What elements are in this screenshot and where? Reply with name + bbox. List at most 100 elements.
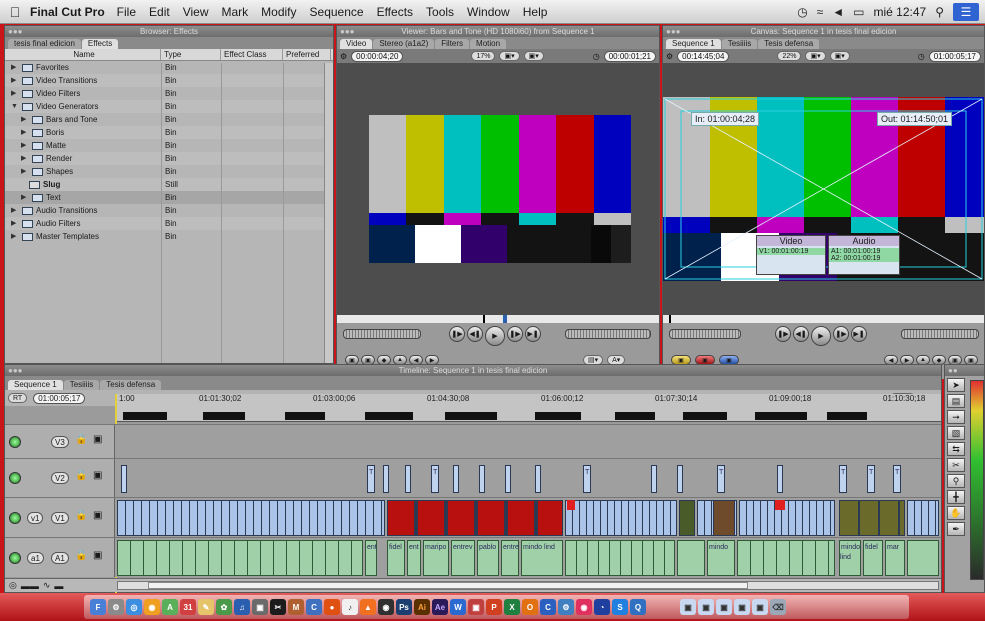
play-around-icon[interactable]: ▶❚	[851, 326, 867, 342]
next-edit-icon[interactable]: ❚▶	[833, 326, 849, 342]
preview-icon[interactable]: ▣	[468, 599, 484, 615]
tool-palette-titlebar[interactable]: ●●	[945, 365, 984, 376]
hand-tool-icon[interactable]: ✋	[947, 506, 965, 520]
browser-titlebar[interactable]: ●●● Browser: Effects	[5, 26, 333, 37]
scrollbar-thumb[interactable]	[148, 582, 748, 589]
audio-clip[interactable]: mindo lind	[521, 540, 563, 576]
viewer-current-timecode[interactable]: 00:00:04;20	[351, 50, 404, 62]
notes-icon[interactable]: ✎	[198, 599, 214, 615]
play-icon[interactable]: ▶	[811, 326, 831, 346]
disclosure-triangle-icon[interactable]: ▶	[11, 74, 19, 87]
video-clip-group[interactable]	[565, 500, 677, 536]
text-clip[interactable]	[405, 465, 411, 493]
menu-modify[interactable]: Modify	[261, 5, 296, 19]
battery-icon[interactable]: ▭	[853, 5, 864, 19]
zoom-slider-icon[interactable]: ▬	[54, 581, 63, 591]
viewer-duration-timecode[interactable]: 00:00:01;21	[603, 50, 656, 62]
menu-edit[interactable]: Edit	[149, 5, 170, 19]
text-clip[interactable]	[777, 465, 783, 493]
text-clip[interactable]	[383, 465, 389, 493]
final-cut-pro-icon[interactable]: ✂	[270, 599, 286, 615]
tab-tesis-defensa[interactable]: Tesis defensa	[758, 39, 820, 49]
text-clip[interactable]: T	[367, 465, 375, 493]
selection-tool-icon[interactable]: ➤	[947, 378, 965, 392]
previous-edit-icon[interactable]: ◀❚	[467, 326, 483, 342]
in-out-marker[interactable]	[503, 315, 507, 323]
app-menu[interactable]: Final Cut Pro	[30, 5, 105, 19]
play-around-icon[interactable]: ▶❚	[525, 326, 541, 342]
track-target-v1[interactable]: V1	[51, 512, 69, 524]
track-visibility-icon[interactable]	[9, 472, 21, 484]
audio-clip[interactable]: maripo	[423, 540, 449, 576]
jog-icon[interactable]: ⚙	[666, 52, 673, 61]
finder-icon[interactable]: F	[90, 599, 106, 615]
play-in-to-out-icon[interactable]: ❚▶	[775, 326, 791, 342]
photoshop-icon[interactable]: Ps	[396, 599, 412, 615]
time-machine-icon[interactable]: ◷	[797, 5, 807, 19]
disclosure-triangle-icon[interactable]: ▶	[21, 152, 29, 165]
play-in-to-out-icon[interactable]: ❚▶	[449, 326, 465, 342]
text-clip[interactable]: T	[893, 465, 901, 493]
video-clip-group-title[interactable]	[387, 500, 563, 536]
auto-select-icon[interactable]: ▣	[93, 470, 102, 481]
utility-icon[interactable]: ⚙	[558, 599, 574, 615]
zoom-popup[interactable]: 17%	[471, 51, 496, 61]
camera-icon[interactable]: ◉	[378, 599, 394, 615]
text-clip[interactable]: T	[583, 465, 591, 493]
marker-icon[interactable]	[567, 500, 575, 510]
window-controls-icon[interactable]: ●●	[948, 365, 958, 376]
menu-file[interactable]: File	[117, 5, 136, 19]
marker-icon[interactable]	[775, 500, 785, 510]
excel-icon[interactable]: X	[504, 599, 520, 615]
text-clip[interactable]	[677, 465, 683, 493]
jog-control[interactable]	[565, 329, 651, 339]
video-clip-group[interactable]	[117, 500, 385, 536]
canvas-scrubber-bar[interactable]	[663, 315, 984, 323]
lock-icon[interactable]: 🔒	[75, 470, 87, 481]
menu-help[interactable]: Help	[523, 5, 548, 19]
track-source-v1[interactable]: v1	[27, 512, 44, 524]
menu-view[interactable]: View	[183, 5, 209, 19]
text-clip[interactable]: T	[431, 465, 439, 493]
minimized-window-icon[interactable]: ▣	[752, 599, 768, 615]
dashboard-icon[interactable]: ◔	[594, 599, 610, 615]
waveform-icon[interactable]: ∿	[43, 580, 51, 591]
audio-clip[interactable]: mindo	[707, 540, 735, 576]
playhead[interactable]	[669, 315, 671, 323]
crop-tool-icon[interactable]: ╋	[947, 490, 965, 504]
word-icon[interactable]: W	[450, 599, 466, 615]
shuttle-control[interactable]	[669, 329, 741, 339]
menu-mark[interactable]: Mark	[222, 5, 249, 19]
menu-sequence[interactable]: Sequence	[310, 5, 364, 19]
notification-list-icon[interactable]: ☰	[953, 3, 979, 21]
disclosure-triangle-icon[interactable]: ▶	[21, 126, 29, 139]
play-icon[interactable]: ▶	[485, 326, 505, 346]
column-type[interactable]: Type	[161, 49, 221, 60]
minimized-window-icon[interactable]: ▣	[734, 599, 750, 615]
text-clip[interactable]	[651, 465, 657, 493]
motion-icon[interactable]: M	[288, 599, 304, 615]
menu-tools[interactable]: Tools	[426, 5, 454, 19]
video-clip-group[interactable]	[739, 500, 835, 536]
tab-tesis-final-edicion[interactable]: tesis final edicion	[8, 39, 81, 49]
app-icon[interactable]: ◉	[576, 599, 592, 615]
timeline-ruler[interactable]: 1:00 01:01:30;02 01:03:00;06 01:04:30;08…	[115, 394, 941, 594]
audio-clip[interactable]	[907, 540, 939, 576]
track-target-a1[interactable]: A1	[51, 552, 69, 564]
canvas-current-timecode[interactable]: 00:14:45;04	[677, 50, 730, 62]
vlc-icon[interactable]: ▲	[360, 599, 376, 615]
tab-tesiiiis[interactable]: Tesiiiis	[63, 380, 100, 390]
audio-clip[interactable]	[677, 540, 705, 576]
canvas-video-area[interactable]: In: 01:00:04;28 Out: 01:14:50;01 Video V…	[663, 63, 984, 315]
text-clip[interactable]: T	[839, 465, 847, 493]
shuttle-control[interactable]	[343, 329, 421, 339]
audio-clip[interactable]: mar	[885, 540, 905, 576]
video-clip-group[interactable]	[907, 500, 939, 536]
itunes-icon[interactable]: ♫	[234, 599, 250, 615]
menu-effects[interactable]: Effects	[377, 5, 413, 19]
trash-icon[interactable]: ⌫	[770, 599, 786, 615]
browser-scrollbar[interactable]	[324, 63, 333, 363]
apple-menu-icon[interactable]: 	[0, 4, 30, 20]
previous-edit-icon[interactable]: ◀❚	[793, 326, 809, 342]
auto-select-icon[interactable]: ▣	[93, 550, 102, 561]
